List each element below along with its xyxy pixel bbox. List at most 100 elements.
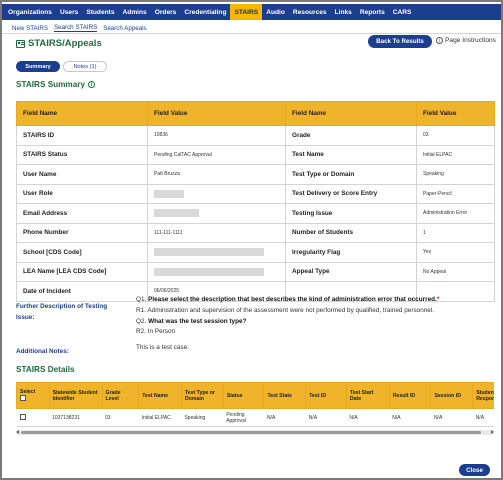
redacted-value bbox=[154, 209, 199, 218]
subnav-item-search-stairs[interactable]: Search STAIRS bbox=[54, 24, 98, 32]
nav-item-resources[interactable]: Resources bbox=[289, 4, 331, 20]
field-name-cell: Email Address bbox=[16, 203, 148, 224]
nav-item-organizations[interactable]: Organizations bbox=[4, 4, 56, 20]
field-name-cell: Testing Issue bbox=[285, 203, 417, 224]
field-value-cell bbox=[147, 242, 286, 263]
column-header-label: Grade Level bbox=[105, 389, 121, 402]
nav-item-links[interactable]: Links bbox=[331, 4, 356, 20]
redacted-value bbox=[154, 248, 264, 257]
table-cell: Initial ELPAC bbox=[138, 408, 182, 427]
field-name-cell: Phone Number bbox=[16, 222, 148, 243]
field-name-cell: Test Name bbox=[285, 144, 417, 165]
question-prefix: Q1. bbox=[136, 296, 147, 303]
column-header: Test Type or Domain bbox=[180, 382, 224, 409]
table-row: School [CDS Code] Irregularity Flag Yes bbox=[16, 242, 495, 263]
table-row: User Name Patt Bruzza Test Type or Domain S… bbox=[16, 164, 495, 185]
column-header: Field Value bbox=[416, 101, 495, 126]
field-value-cell: Patt Bruzza bbox=[147, 164, 286, 185]
field-value-cell: No Appeal bbox=[416, 261, 495, 282]
tab-summary[interactable]: Summary bbox=[16, 61, 60, 72]
back-to-results-button[interactable]: Back To Results bbox=[368, 35, 432, 48]
table-cell: N/A bbox=[389, 408, 431, 427]
table-cell: N/A bbox=[430, 408, 473, 427]
stairs-details-heading: STAIRS Details bbox=[16, 365, 75, 374]
stairs-details-table-container[interactable]: Select Statewide Student Identifier Grade … bbox=[16, 382, 494, 430]
column-header: Select bbox=[16, 382, 50, 409]
nav-item-cars[interactable]: CARS bbox=[389, 4, 416, 20]
column-header-label: Test Type or Domain bbox=[184, 389, 216, 402]
column-header: Test State bbox=[263, 382, 307, 409]
info-icon: i bbox=[436, 37, 443, 44]
page-instructions-link[interactable]: i Page Instructions bbox=[436, 37, 496, 44]
table-cell: Pending Approval bbox=[223, 408, 264, 427]
additional-notes-label: Additional Notes: bbox=[16, 348, 69, 355]
field-name-cell: School [CDS Code] bbox=[16, 242, 148, 263]
column-header-label: Test ID bbox=[309, 392, 327, 399]
horizontal-scrollbar[interactable] bbox=[16, 430, 494, 435]
details-header-row: Select Statewide Student Identifier Grade … bbox=[16, 382, 494, 409]
select-all-checkbox[interactable] bbox=[20, 394, 26, 401]
additional-notes-value: This is a test case. bbox=[136, 344, 189, 351]
table-row: Email Address Testing Issue Administration… bbox=[16, 203, 495, 224]
field-value-cell: Speaking bbox=[416, 164, 495, 185]
column-header: Field Value bbox=[147, 101, 286, 126]
subnav-divider bbox=[2, 33, 501, 34]
select-cell bbox=[16, 408, 50, 427]
nav-item-reports[interactable]: Reports bbox=[356, 4, 389, 20]
nav-item-audio[interactable]: Audio bbox=[262, 4, 289, 20]
field-value-cell: Administration Error bbox=[416, 203, 495, 224]
scroll-left-icon[interactable] bbox=[16, 430, 19, 434]
required-marker: * bbox=[436, 296, 440, 303]
column-header: Statewide Student Identifier bbox=[48, 382, 103, 409]
field-value-cell: 10836 bbox=[147, 125, 286, 146]
nav-item-admins[interactable]: Admins bbox=[119, 4, 151, 20]
page-instructions-label: Page Instructions bbox=[445, 37, 496, 44]
further-description-label: Further Description of Testing Issue: bbox=[16, 303, 108, 321]
info-icon[interactable]: i bbox=[88, 81, 96, 88]
summary-header-row: Field Name Field Value Field Name Field … bbox=[16, 101, 495, 126]
field-value-cell: Yes bbox=[416, 242, 495, 263]
column-header: Field Name bbox=[16, 101, 148, 126]
table-row: STAIRS ID 10836 Grade 03 bbox=[16, 125, 495, 146]
question-1: Q1. Please select the description that b… bbox=[136, 296, 439, 303]
tab-notes[interactable]: Notes (1) bbox=[63, 61, 107, 72]
id-card-icon bbox=[16, 39, 25, 48]
response-text: Administration and supervision of the as… bbox=[147, 307, 435, 314]
close-button[interactable]: Close bbox=[459, 464, 490, 476]
scroll-right-icon[interactable] bbox=[491, 430, 494, 434]
subnav-item-search-appeals[interactable]: Search Appeals bbox=[103, 25, 146, 32]
table-row: User Role Test Delivery or Score Entry Pap… bbox=[16, 183, 495, 204]
table-cell: N/A bbox=[263, 408, 306, 427]
field-value-cell bbox=[147, 183, 286, 204]
row-select-checkbox[interactable] bbox=[19, 413, 26, 420]
question-prefix: Q2. bbox=[136, 318, 147, 325]
field-name-cell: Appeal Type bbox=[285, 261, 417, 282]
column-header: Session ID bbox=[430, 382, 474, 409]
table-row: STAIRS Status Pending CalTAC Approval Test… bbox=[16, 144, 495, 165]
nav-item-orders[interactable]: Orders bbox=[151, 4, 181, 20]
question-2: Q2. What was the test session type? bbox=[136, 318, 246, 325]
field-value-cell: Paper-Pencil bbox=[416, 183, 495, 204]
redacted-value bbox=[154, 267, 264, 276]
nav-item-credentialing[interactable]: Credentialing bbox=[180, 4, 230, 20]
nav-item-users[interactable]: Users bbox=[56, 4, 82, 20]
column-header-label: Result ID bbox=[392, 392, 416, 399]
column-header-label: Status bbox=[226, 392, 243, 399]
field-name-cell: Test Delivery or Score Entry bbox=[285, 183, 417, 204]
nav-item-stairs[interactable]: STAIRS bbox=[230, 4, 263, 20]
stairs-details-table: Select Statewide Student Identifier Grade … bbox=[16, 382, 494, 427]
column-header-label: Student Total Responses bbox=[476, 389, 494, 402]
subnav-item-new-stairs[interactable]: New STAIRS bbox=[12, 25, 48, 32]
field-name-cell: User Role bbox=[16, 183, 148, 204]
scrollbar-thumb[interactable] bbox=[21, 431, 481, 434]
nav-item-students[interactable]: Students bbox=[82, 4, 118, 20]
table-cell: 1037138231 bbox=[49, 408, 103, 427]
column-header: Student Total Responses bbox=[472, 382, 494, 409]
response-2: R2. In Person bbox=[136, 328, 175, 335]
question-text: What was the test session type? bbox=[148, 318, 247, 325]
column-header: Test ID bbox=[305, 382, 347, 409]
table-cell: N/A bbox=[346, 408, 390, 427]
column-header: Grade Level bbox=[101, 382, 140, 409]
table-cell: 03 bbox=[102, 408, 139, 427]
field-name-cell: Date of Incident bbox=[16, 281, 148, 302]
